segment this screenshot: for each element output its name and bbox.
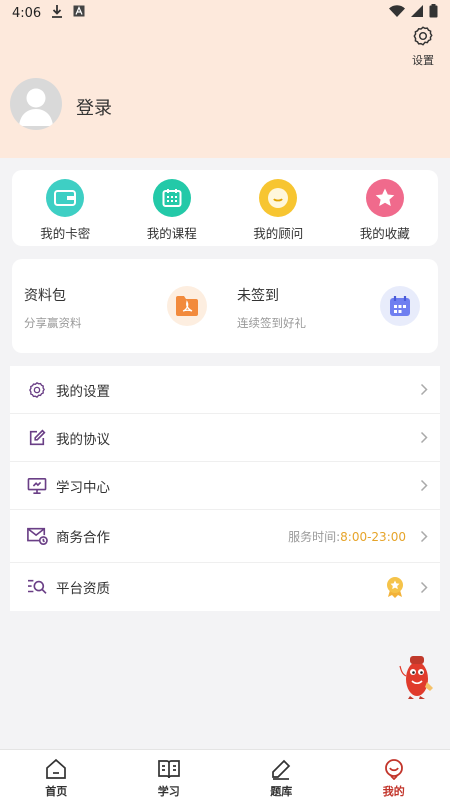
materials-pack-entry[interactable]: 资料包 分享赢资料 bbox=[12, 259, 225, 353]
bottom-tab-bar: 首页 学习 题库 我的 bbox=[0, 749, 450, 800]
shortcut-my-cards[interactable]: 我的卡密 bbox=[12, 170, 119, 246]
menu-item-study-center[interactable]: 学习中心 bbox=[10, 462, 440, 510]
card-icon bbox=[46, 179, 85, 217]
settings-gear-icon bbox=[26, 379, 48, 401]
gear-icon bbox=[412, 25, 434, 50]
folder-pdf-icon bbox=[167, 286, 207, 326]
avatar[interactable] bbox=[10, 78, 62, 130]
tab-mine[interactable]: 我的 bbox=[338, 750, 450, 800]
shortcut-label: 我的课程 bbox=[146, 226, 197, 241]
promo-card: 资料包 分享赢资料 未签到 连续签到好礼 bbox=[12, 259, 438, 353]
calendar-icon bbox=[152, 179, 191, 217]
book-icon bbox=[157, 757, 181, 781]
sign-in-entry[interactable]: 未签到 连续签到好礼 bbox=[225, 259, 438, 353]
menu-label: 平台资质 bbox=[56, 581, 110, 597]
tab-question-bank[interactable]: 题库 bbox=[225, 750, 338, 800]
login-link[interactable]: 登录 bbox=[76, 94, 112, 120]
mascot-icon bbox=[399, 656, 433, 699]
tab-study[interactable]: 学习 bbox=[113, 750, 226, 800]
user-smile-icon bbox=[382, 757, 406, 781]
tab-label: 首页 bbox=[45, 785, 68, 798]
settings-button[interactable]: 设置 bbox=[406, 25, 440, 68]
service-hours-value: 8:00-23:00 bbox=[340, 529, 406, 544]
shortcut-label: 我的收藏 bbox=[359, 226, 410, 241]
signal-icon bbox=[411, 5, 423, 21]
battery-icon bbox=[429, 4, 438, 22]
menu-item-my-agreement[interactable]: 我的协议 bbox=[10, 414, 440, 462]
chevron-right-icon bbox=[418, 382, 430, 398]
advisor-icon bbox=[259, 179, 298, 217]
star-icon bbox=[365, 179, 404, 217]
shortcut-card: 我的卡密 我的课程 我的顾问 我的收藏 bbox=[12, 170, 438, 246]
list-search-icon bbox=[26, 576, 48, 598]
tab-home[interactable]: 首页 bbox=[0, 750, 113, 800]
chevron-right-icon bbox=[418, 579, 430, 595]
menu-label: 商务合作 bbox=[56, 530, 110, 546]
wifi-icon bbox=[389, 5, 405, 21]
shortcut-label: 我的卡密 bbox=[40, 226, 91, 241]
download-icon bbox=[51, 4, 63, 22]
chevron-right-icon bbox=[418, 430, 430, 446]
chevron-right-icon bbox=[418, 478, 430, 494]
menu-label: 我的设置 bbox=[56, 383, 110, 400]
tab-label: 我的 bbox=[382, 785, 405, 798]
shortcut-label: 我的顾问 bbox=[253, 226, 304, 241]
medal-badge-icon bbox=[384, 576, 406, 598]
app-notification-icon bbox=[73, 5, 85, 21]
chevron-right-icon bbox=[418, 528, 430, 544]
service-hours: 服务时间:8:00-23:00 bbox=[288, 528, 406, 545]
menu-label: 学习中心 bbox=[56, 479, 110, 496]
home-icon bbox=[44, 757, 68, 781]
menu-item-business[interactable]: 商务合作 服务时间:8:00-23:00 bbox=[10, 510, 440, 563]
edit-document-icon bbox=[26, 427, 48, 449]
status-bar: 4:06 bbox=[0, 0, 450, 26]
pencil-icon bbox=[269, 757, 293, 781]
shortcut-my-courses[interactable]: 我的课程 bbox=[119, 170, 226, 246]
monitor-icon bbox=[26, 475, 48, 497]
tab-label: 学习 bbox=[157, 785, 180, 798]
settings-label: 设置 bbox=[412, 54, 434, 67]
menu-label: 我的协议 bbox=[56, 431, 110, 448]
mascot-floating-button[interactable] bbox=[396, 652, 436, 700]
menu-list: 我的设置 我的协议 学习中心 商务合作 服务时间:8:00-23:00 平台资质 bbox=[10, 366, 440, 611]
menu-item-qualification[interactable]: 平台资质 bbox=[10, 563, 440, 611]
tab-label: 题库 bbox=[270, 785, 293, 798]
calendar-checkin-icon bbox=[380, 286, 420, 326]
menu-item-my-settings[interactable]: 我的设置 bbox=[10, 366, 440, 414]
status-time: 4:06 bbox=[12, 5, 42, 21]
default-avatar-icon bbox=[19, 88, 53, 126]
shortcut-my-favorites[interactable]: 我的收藏 bbox=[332, 170, 439, 246]
shortcut-my-advisor[interactable]: 我的顾问 bbox=[225, 170, 332, 246]
mail-clock-icon bbox=[26, 525, 48, 547]
service-hours-label: 服务时间: bbox=[288, 529, 341, 544]
